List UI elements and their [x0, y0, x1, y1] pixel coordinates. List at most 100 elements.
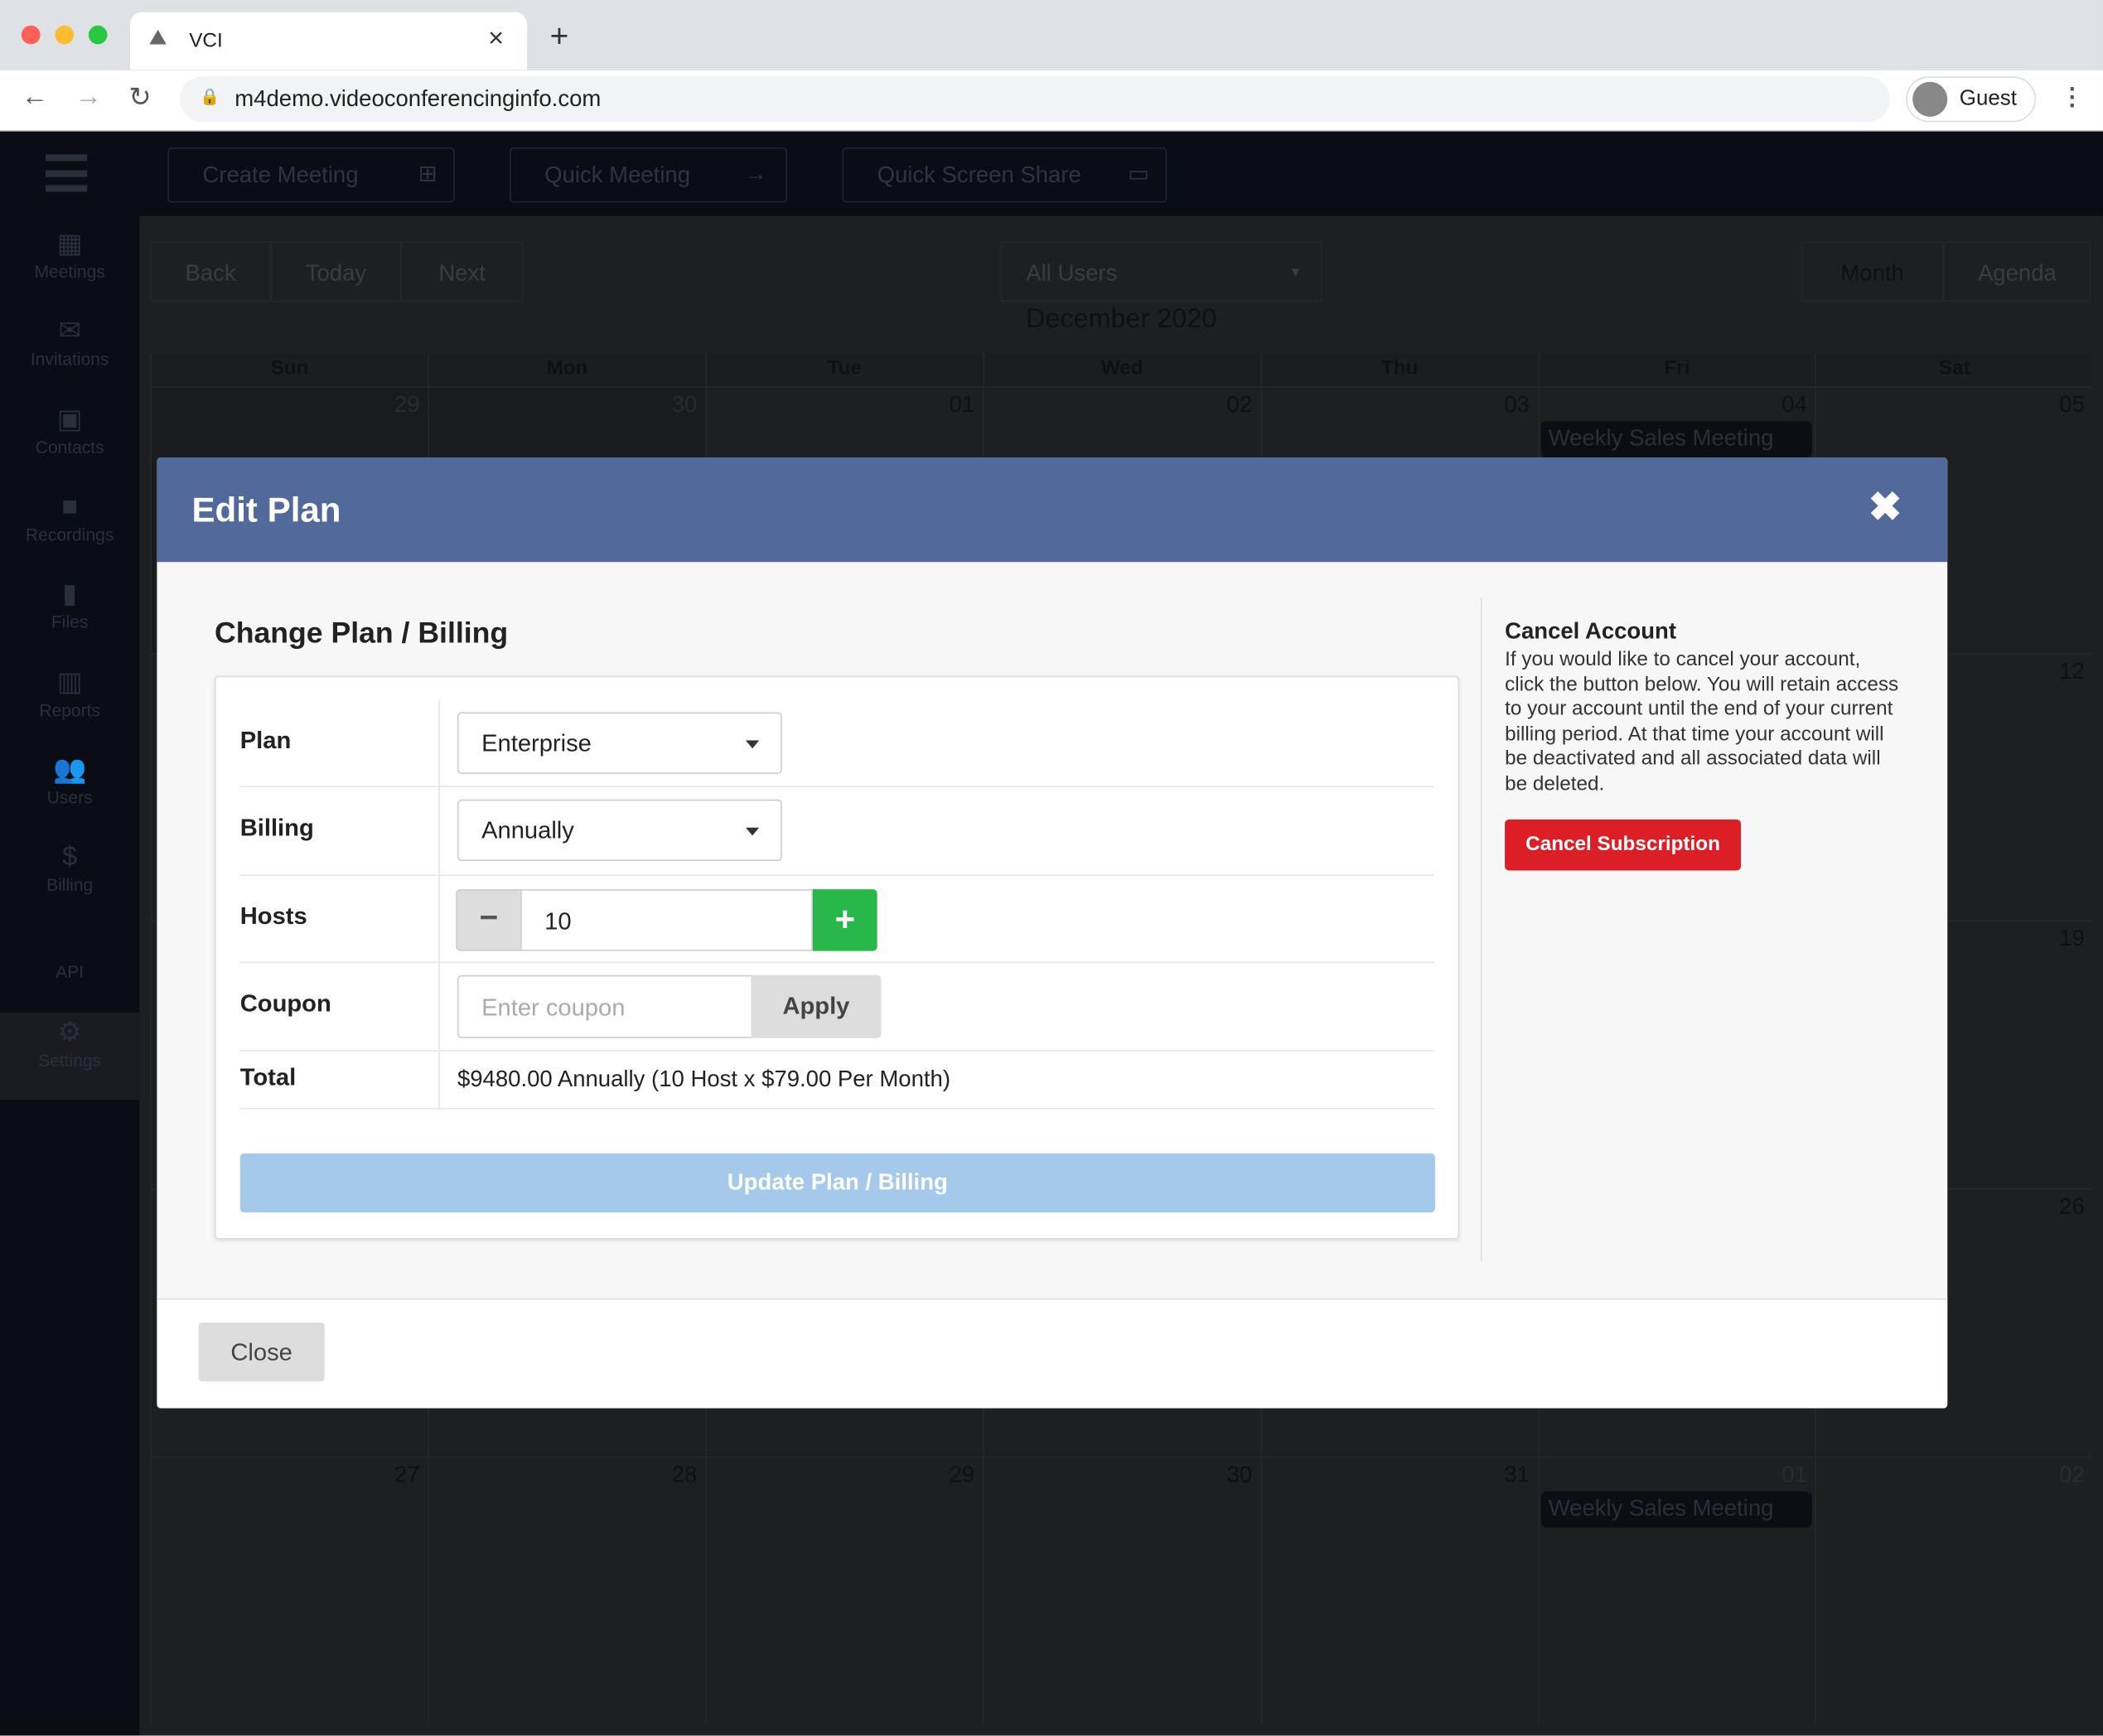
contact-book-icon: ▣ [56, 404, 83, 434]
new-tab-button[interactable]: + [550, 19, 569, 56]
monitor-icon: ▭ [1128, 161, 1150, 186]
increment-hosts-button[interactable]: + [812, 889, 877, 951]
file-icon: ▮ [62, 579, 78, 610]
gears-icon: ⚙ [57, 1018, 82, 1047]
day-number: 31 [1504, 1462, 1530, 1488]
code-icon [0, 925, 139, 962]
calendar-event[interactable]: Weekly Sales Meeting [1540, 421, 1813, 457]
browser-tab[interactable]: ⛰ VCI × [130, 12, 528, 70]
arrow-right-icon: → [744, 161, 767, 186]
day-number: 02 [1226, 391, 1253, 418]
calendar-day-cell[interactable]: 02 [1815, 1456, 2093, 1724]
calendar-day-cell[interactable]: 29 [705, 1456, 983, 1724]
month-view-button[interactable]: Month [1801, 241, 1944, 302]
user-filter-select[interactable]: All Users ▼ [1000, 241, 1322, 302]
caret-down-icon: ▼ [1288, 265, 1303, 281]
back-button[interactable]: Back [150, 241, 271, 302]
day-number: 30 [1226, 1462, 1253, 1488]
plan-label: Plan [239, 727, 292, 754]
browser-menu-icon[interactable]: ⋮ [2060, 83, 2084, 111]
update-plan-button[interactable]: Update Plan / Billing [239, 1153, 1435, 1213]
day-of-week-header: Sun [150, 352, 428, 387]
day-number: 28 [671, 1462, 698, 1488]
sidebar-item-api[interactable]: API [0, 925, 139, 1012]
url-bar[interactable]: 🔒 m4demo.videoconferencinginfo.com [179, 76, 1890, 123]
sidebar-item-label: Invitations [30, 349, 109, 370]
total-value: $9480.00 Annually (10 Host x $79.00 Per … [457, 1066, 950, 1092]
calendar-day-cell[interactable]: 27 [150, 1456, 428, 1724]
sidebar-item-label: Reports [39, 699, 101, 720]
agenda-view-button[interactable]: Agenda [1943, 241, 2091, 302]
day-number: 12 [2059, 658, 2085, 684]
back-arrow-icon[interactable]: ← [22, 82, 48, 113]
day-number: 01 [1782, 1462, 1807, 1488]
close-window-button[interactable] [21, 25, 41, 45]
video-icon: ■ [61, 491, 78, 522]
day-number: 27 [394, 1462, 420, 1488]
calendar-event[interactable]: Weekly Sales Meeting [1540, 1491, 1813, 1528]
calendar-day-cell[interactable]: 30 [982, 1456, 1260, 1724]
sidebar-item-label: Files [51, 612, 89, 632]
decrement-hosts-button[interactable]: − [456, 889, 522, 951]
quick-meeting-button[interactable]: Quick Meeting → [510, 147, 788, 203]
day-number: 26 [2059, 1193, 2085, 1220]
hosts-input[interactable]: 10 [520, 889, 813, 951]
sidebar-item-contacts[interactable]: ▣ Contacts [0, 399, 139, 486]
sidebar-item-files[interactable]: ▮ Files [0, 574, 139, 661]
modal-footer [157, 1298, 1948, 1409]
sidebar-item-reports[interactable]: ▥ Reports [0, 662, 139, 749]
close-x-icon[interactable]: ✖ [1869, 484, 1902, 531]
day-number: 29 [394, 391, 420, 418]
sidebar: ▦ Meetings ✉ Invitations ▣ Contacts ■ Recording… [0, 215, 140, 1736]
calendar-day-cell[interactable]: 01 Weekly Sales Meeting [1537, 1456, 1815, 1724]
day-of-week-header: Mon [428, 352, 706, 387]
section-title: Change Plan / Billing [214, 615, 509, 650]
bar-chart-icon: ▥ [56, 667, 83, 697]
plan-row: Plan Enterprise [239, 700, 1434, 788]
today-button[interactable]: Today [270, 241, 401, 302]
quick-screen-share-button[interactable]: Quick Screen Share ▭ [842, 147, 1168, 203]
close-button[interactable]: Close [198, 1322, 325, 1382]
modal-title: Edit Plan [191, 489, 341, 530]
sidebar-item-invitations[interactable]: ✉ Invitations [0, 312, 139, 399]
profile-name: Guest [1959, 87, 2017, 110]
tab-title: VCI [189, 29, 223, 53]
sidebar-item-users[interactable]: 👥 Users [0, 749, 139, 836]
day-number: 30 [671, 391, 698, 418]
next-button[interactable]: Next [400, 241, 524, 302]
sidebar-item-label: API [56, 962, 85, 983]
sidebar-item-label: Billing [46, 874, 94, 895]
calendar-title: December 2020 [1025, 304, 1217, 335]
sidebar-item-billing[interactable]: $ Billing [0, 837, 139, 924]
day-number: 02 [2059, 1462, 2085, 1488]
sidebar-item-settings[interactable]: ⚙ Settings [0, 1012, 140, 1100]
coupon-label: Coupon [239, 989, 331, 1017]
forward-arrow-icon[interactable]: → [75, 82, 102, 113]
create-meeting-button[interactable]: Create Meeting ⊞ [167, 147, 455, 203]
close-tab-icon[interactable]: × [488, 24, 504, 55]
hamburger-menu-icon[interactable] [46, 154, 88, 192]
cancel-subscription-button[interactable]: Cancel Subscription [1505, 819, 1741, 871]
hosts-label: Hosts [239, 902, 307, 930]
billing-select[interactable]: Annually [457, 799, 782, 862]
cancel-account-title: Cancel Account [1505, 618, 1677, 644]
sidebar-item-label: Meetings [34, 261, 105, 282]
cancel-account-text: If you would like to cancel your account… [1505, 647, 1899, 795]
sidebar-item-recordings[interactable]: ■ Recordings [0, 486, 139, 573]
billing-row: Billing Annually [239, 787, 1434, 876]
minimize-window-button[interactable] [55, 25, 75, 45]
plan-form-card: Plan Enterprise Billing Annually Hosts −… [214, 675, 1460, 1240]
maximize-window-button[interactable] [88, 25, 108, 45]
calendar-day-cell[interactable]: 31 [1259, 1456, 1538, 1724]
hosts-row: Hosts − 10 + [239, 876, 1434, 964]
caret-down-icon [745, 740, 760, 749]
plan-select[interactable]: Enterprise [457, 712, 782, 774]
profile-button[interactable]: Guest [1906, 76, 2037, 123]
calendar-day-cell[interactable]: 28 [428, 1456, 706, 1724]
day-of-week-header: Fri [1537, 352, 1815, 387]
reload-icon[interactable]: ↻ [128, 80, 151, 114]
sidebar-item-meetings[interactable]: ▦ Meetings [0, 224, 139, 311]
apply-coupon-button[interactable]: Apply [751, 974, 882, 1038]
coupon-input[interactable]: Enter coupon [457, 974, 753, 1038]
sidebar-item-label: Users [46, 786, 93, 808]
